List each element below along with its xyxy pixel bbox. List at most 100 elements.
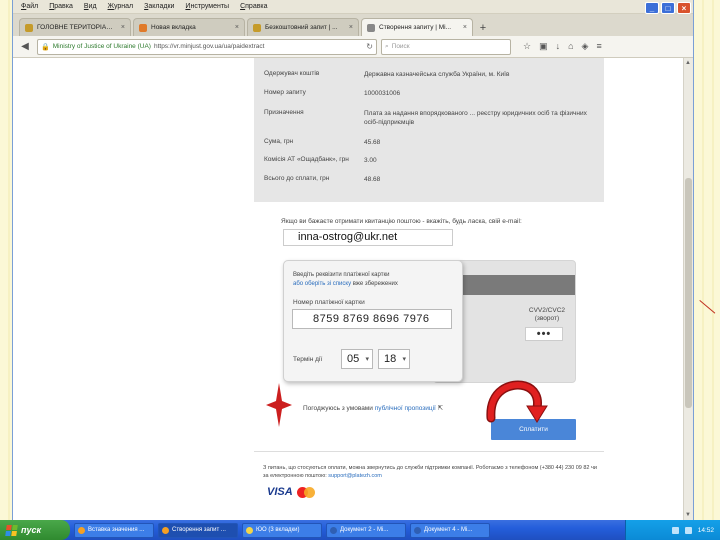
maximize-icon[interactable]: □: [661, 2, 675, 14]
slide-background-left: [0, 0, 12, 540]
tab-free-request[interactable]: Безкоштовний запит | ... ×: [247, 18, 359, 36]
tab-territorial[interactable]: ГОЛОВНЕ ТЕРИТОРІАЛЬНЕ ... ×: [19, 18, 131, 36]
tab-close-icon[interactable]: ×: [235, 24, 239, 31]
cvv-field[interactable]: •••: [525, 327, 563, 341]
star-icon[interactable]: ☆: [523, 41, 531, 52]
expiry-month-value: 05: [347, 353, 360, 365]
reload-icon[interactable]: ↻: [366, 42, 373, 51]
favicon-icon: [367, 23, 375, 32]
close-icon[interactable]: ×: [677, 2, 691, 14]
menu-tools[interactable]: Инструменты: [185, 3, 229, 10]
tray-icon[interactable]: [684, 526, 692, 534]
menu-help[interactable]: Справка: [240, 3, 267, 10]
email-field[interactable]: inna-ostrog@ukr.net: [283, 229, 453, 246]
menubar: Файл Правка Вид Журнал Закладки Инструме…: [13, 0, 693, 14]
info-row-commission: Комісія АТ «Ощадбанк», грн 3.00: [264, 156, 377, 164]
folder-icon: [246, 526, 253, 534]
menu-history[interactable]: Журнал: [108, 3, 134, 10]
cvv-label-text: CVV2/CVC2: [528, 307, 565, 314]
tab-new[interactable]: Новая вкладка ×: [133, 18, 245, 36]
reading-list-icon[interactable]: ▣: [539, 41, 548, 52]
tray-icon[interactable]: [671, 526, 679, 534]
saved-cards-link[interactable]: або оберіть зі списку: [293, 281, 351, 287]
favicon-icon: [139, 23, 147, 32]
offer-agreement[interactable]: Погоджуюсь з умовами публічної пропозиці…: [303, 404, 443, 412]
toolbar-icons: ☆ ▣ ↓ ⌂ ◈ ≡: [523, 41, 602, 52]
tab-close-icon[interactable]: ×: [349, 24, 353, 31]
address-bar[interactable]: 🔒 Ministry of Justice of Ukraine (UA) ht…: [37, 38, 377, 55]
cvv-sub-text: (зворот): [534, 315, 560, 322]
tab-label: Створення запиту | Мі...: [379, 24, 452, 31]
taskbar-item[interactable]: Створення запит ...: [158, 522, 238, 538]
taskbar-item[interactable]: Вставка значения ...: [74, 522, 154, 538]
card-number-field[interactable]: 8759 8769 8696 7976: [292, 309, 452, 329]
start-label: пуск: [21, 525, 42, 535]
new-tab-icon[interactable]: +: [475, 20, 491, 36]
window-controls: _ □ ×: [645, 2, 691, 14]
tab-close-icon[interactable]: ×: [121, 24, 125, 31]
support-email-link[interactable]: support@platezh.com: [328, 473, 382, 479]
curved-arrow-annotation-icon: [486, 380, 548, 423]
card-intro-tail: вже збережених: [352, 281, 398, 287]
visa-logo: VISA: [267, 486, 293, 498]
scroll-down-icon[interactable]: ▼: [685, 512, 691, 518]
back-arrow-icon[interactable]: ◀: [17, 39, 33, 55]
tab-create-request[interactable]: Створення запиту | Мі... ×: [361, 18, 473, 36]
cvv-label: CVV2/CVC2 (зворот): [529, 307, 565, 323]
clock[interactable]: 14:52: [698, 527, 714, 534]
card-intro-text: Введіть реквізити платіжної картки: [293, 272, 390, 278]
word-document-icon: [330, 526, 337, 534]
expiry-year-select[interactable]: 18 ▾: [378, 349, 410, 369]
tab-bar: ГОЛОВНЕ ТЕРИТОРІАЛЬНЕ ... × Новая вкладк…: [13, 14, 693, 36]
support-text: З питань, що стосуються оплати, можна зв…: [263, 465, 597, 479]
mastercard-logo: [296, 486, 315, 498]
home-icon[interactable]: ⌂: [568, 41, 573, 52]
taskbar-item[interactable]: ЮО (3 вкладки): [242, 522, 322, 538]
menu-view[interactable]: Вид: [84, 3, 97, 10]
tab-close-icon[interactable]: ×: [463, 24, 467, 31]
expiry-label: Термін дії: [293, 356, 323, 363]
email-note: Якщо ви бажаєте отримати квитанцію пошто…: [281, 218, 522, 225]
taskbar: пуск Вставка значения ... Створення запи…: [0, 520, 720, 540]
tab-label: Безкоштовний запит | ...: [265, 24, 338, 31]
info-row-sum: Сума, грн 45.68: [264, 138, 381, 146]
public-offer-link[interactable]: публічної пропозиції: [375, 405, 436, 412]
shield-icon[interactable]: ◈: [582, 41, 589, 52]
scroll-up-icon[interactable]: ▲: [685, 60, 691, 66]
site-identity[interactable]: Ministry of Justice of Ukraine (UA): [53, 43, 151, 50]
red-star-annotation-icon: [266, 383, 292, 427]
favicon-icon: [253, 23, 261, 32]
minimize-icon[interactable]: _: [645, 2, 659, 14]
info-row-recipient: Одержувач коштів Державна казначейська с…: [264, 70, 510, 78]
vertical-scrollbar[interactable]: ▲ ▼: [683, 58, 693, 520]
app-icon: [78, 526, 85, 534]
search-placeholder: Поиск: [391, 43, 410, 50]
info-row-purpose: Призначення Плата за надання впорядкован…: [264, 109, 587, 126]
menu-edit[interactable]: Правка: [49, 3, 73, 10]
browser-window: _ □ × Файл Правка Вид Журнал Закладки Ин…: [12, 0, 694, 520]
tab-label: ГОЛОВНЕ ТЕРИТОРІАЛЬНЕ ...: [37, 24, 117, 31]
hamburger-menu-icon[interactable]: ≡: [596, 41, 601, 52]
search-icon: ⌕: [385, 42, 389, 50]
card-number-label: Номер платіжної картки: [293, 299, 365, 306]
taskbar-item[interactable]: Документ 2 - Mi...: [326, 522, 406, 538]
search-input[interactable]: ⌕ Поиск: [381, 38, 511, 55]
system-tray: 14:52: [625, 520, 720, 540]
payment-details-panel: Одержувач коштів Державна казначейська с…: [254, 58, 604, 202]
card-intro: Введіть реквізити платіжної картки або о…: [293, 271, 458, 289]
expiry-month-select[interactable]: 05 ▾: [341, 349, 373, 369]
expiry-year-value: 18: [384, 353, 397, 365]
app-icon: [162, 526, 169, 534]
scroll-thumb[interactable]: [685, 178, 692, 408]
url-text[interactable]: https://vr.minjust.gov.ua/ua/paidextract: [154, 43, 363, 50]
chevron-down-icon: ▾: [402, 356, 406, 363]
taskbar-item[interactable]: Документ 4 - Mi...: [410, 522, 490, 538]
chevron-down-icon: ▾: [365, 356, 369, 363]
menu-file[interactable]: Файл: [21, 3, 38, 10]
menu-bookmarks[interactable]: Закладки: [144, 3, 174, 10]
start-button[interactable]: пуск: [0, 520, 70, 540]
payment-logos: VISA: [267, 486, 315, 498]
footer-divider: [254, 451, 604, 452]
download-icon[interactable]: ↓: [556, 41, 561, 52]
info-row-total: Всього до сплати, грн 48.68: [264, 175, 381, 183]
